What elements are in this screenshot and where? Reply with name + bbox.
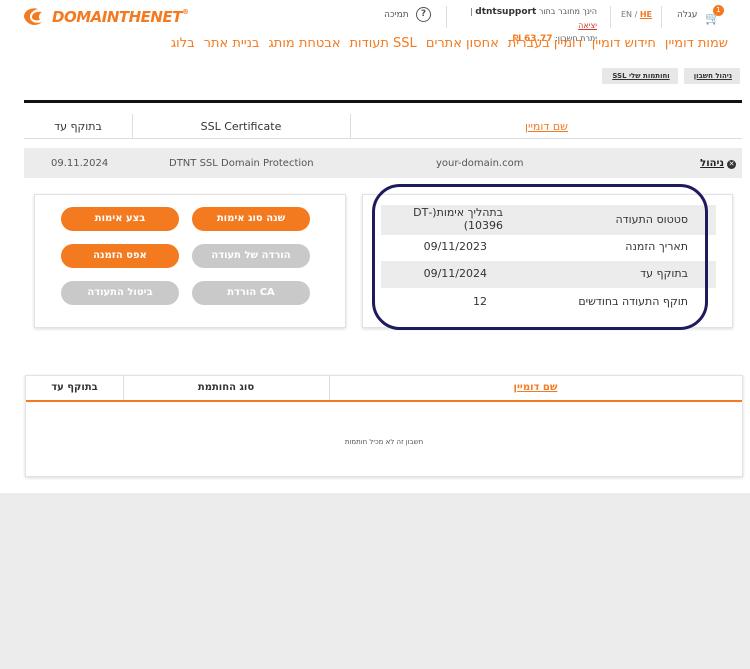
page: DOMAINTHENET® עגלה 🛒 1 EN / HE הינך מחוב… bbox=[0, 0, 750, 493]
site-logo[interactable]: DOMAINTHENET® bbox=[22, 6, 197, 28]
header-divider bbox=[661, 6, 662, 28]
nav-item-web-hosting[interactable]: אחסון אתרים bbox=[426, 36, 499, 51]
close-circle-icon: ✕ bbox=[727, 160, 736, 169]
nav-item-hebrew-domain[interactable]: דומיין בעברית bbox=[508, 36, 583, 51]
lang-separator: / bbox=[634, 10, 638, 19]
column-header-certificate: SSL Certificate bbox=[200, 120, 282, 133]
header-divider bbox=[610, 6, 611, 28]
support-link[interactable]: תמיכה ? bbox=[384, 7, 434, 24]
nav-item-ssl-certificates[interactable]: תעודות SSL bbox=[350, 36, 417, 51]
logout-link[interactable]: יציאה bbox=[578, 21, 597, 30]
column-header-domain[interactable]: שם דומיין bbox=[329, 382, 742, 393]
help-icon: ? bbox=[416, 7, 431, 22]
breadcrumb: ניהול חשבון SSL וחותמות שלי bbox=[602, 68, 740, 84]
row-domain: your-domain.com bbox=[436, 158, 524, 169]
lang-he-link[interactable]: HE bbox=[640, 10, 652, 19]
reset-order-button[interactable]: אפס הזמנה bbox=[61, 244, 179, 268]
lang-en-link[interactable]: EN bbox=[621, 10, 632, 19]
column-header-seal-type: סוג החותמת bbox=[197, 382, 255, 393]
row-valid-until: 09.11.2024 bbox=[51, 158, 109, 169]
cancel-certificate-button[interactable]: ביטול התעודה bbox=[61, 281, 179, 305]
manage-link[interactable]: ניהול ✕ bbox=[700, 158, 736, 169]
logo-text: DOMAINTHENET® bbox=[52, 8, 189, 26]
nav-item-domain-renewal[interactable]: חידוש דומיין bbox=[592, 36, 656, 51]
column-header-valid-until: בתוקף עד bbox=[54, 120, 102, 133]
certificate-actions-panel: שנה סוג אימות בצע אימות הורדה של תעודה א… bbox=[34, 194, 346, 328]
highlight-annotation bbox=[372, 184, 708, 330]
column-divider bbox=[132, 114, 133, 138]
row-certificate: DTNT SSL Domain Protection bbox=[169, 158, 314, 169]
cart-count-badge: 1 bbox=[713, 5, 724, 16]
section-divider bbox=[24, 100, 742, 103]
manage-label: ניהול bbox=[700, 158, 724, 169]
header-divider bbox=[446, 6, 447, 28]
nav-item-website-builder[interactable]: בניית אתר bbox=[204, 36, 260, 51]
column-header-valid-until: בתוקף עד bbox=[51, 382, 98, 393]
download-certificate-button[interactable]: הורדה של תעודה bbox=[192, 244, 310, 268]
breadcrumb-account-management[interactable]: ניהול חשבון bbox=[683, 68, 740, 84]
column-header-domain[interactable]: שם דומיין bbox=[351, 120, 742, 133]
main-nav: שמות דומיין חידוש דומיין דומיין בעברית א… bbox=[171, 36, 728, 51]
ssl-table-header: שם דומיין SSL Certificate בתוקף עד bbox=[24, 114, 742, 139]
logged-in-prefix: הינך מחובר בתור bbox=[538, 7, 597, 16]
change-validation-type-button[interactable]: שנה סוג אימות bbox=[192, 207, 310, 231]
nav-item-domain-names[interactable]: שמות דומיין bbox=[665, 36, 728, 51]
language-switcher: EN / HE bbox=[621, 10, 652, 19]
nav-item-blog[interactable]: בלוג bbox=[171, 36, 195, 51]
breadcrumb-my-ssl[interactable]: SSL וחותמות שלי bbox=[602, 68, 678, 84]
column-divider bbox=[123, 376, 124, 400]
download-ca-button[interactable]: הורדת CA bbox=[192, 281, 310, 305]
support-label: תמיכה bbox=[384, 10, 409, 20]
username: dtntsupport bbox=[475, 7, 537, 17]
column-divider bbox=[329, 376, 330, 400]
cart-label: עגלה bbox=[677, 10, 698, 20]
column-divider bbox=[350, 114, 351, 138]
logo-icon bbox=[24, 8, 42, 25]
seals-table-header: שם דומיין סוג החותמת בתוקף עד bbox=[26, 376, 742, 402]
empty-message: חשבון זה לא מכיל חותמות bbox=[344, 438, 424, 446]
table-row: ניהול ✕ your-domain.com DTNT SSL Domain P… bbox=[24, 148, 742, 178]
perform-validation-button[interactable]: בצע אימות bbox=[61, 207, 179, 231]
nav-item-brand-protection[interactable]: אבטחת מותג bbox=[268, 36, 340, 51]
seals-table: שם דומיין סוג החותמת בתוקף עד חשבון זה ל… bbox=[25, 375, 743, 477]
cart-button[interactable]: עגלה 🛒 1 bbox=[677, 5, 727, 27]
